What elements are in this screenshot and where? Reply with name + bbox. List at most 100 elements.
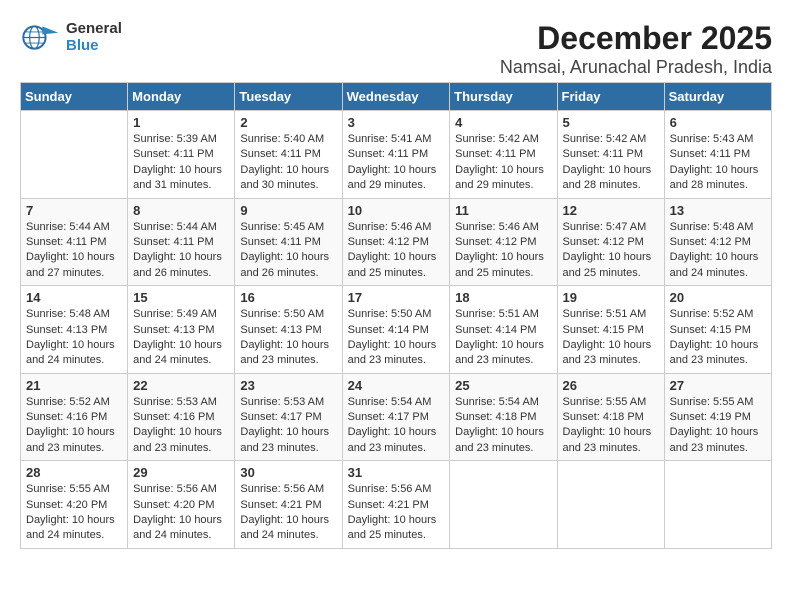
calendar-cell: 15 Sunrise: 5:49 AM Sunset: 4:13 PM Dayli… [128,286,235,374]
calendar-cell: 26 Sunrise: 5:55 AM Sunset: 4:18 PM Dayli… [557,373,664,461]
calendar-cell: 12 Sunrise: 5:47 AM Sunset: 4:12 PM Dayli… [557,198,664,286]
day-number: 15 [133,290,229,305]
day-info: Sunrise: 5:56 AM Sunset: 4:21 PM Dayligh… [240,482,336,544]
calendar-cell: 20 Sunrise: 5:52 AM Sunset: 4:15 PM Dayli… [664,286,771,374]
day-of-week-header: Wednesday [342,83,450,111]
calendar-cell: 21Sunrise: 5:52 AM Sunset: 4:16 PM Dayli… [21,373,128,461]
day-number: 9 [240,203,336,218]
day-info: Sunrise: 5:42 AM Sunset: 4:11 PM Dayligh… [455,132,551,194]
day-info: Sunrise: 5:49 AM Sunset: 4:13 PM Dayligh… [133,307,229,369]
day-info: Sunrise: 5:56 AM Sunset: 4:20 PM Dayligh… [133,482,229,544]
day-info: Sunrise: 5:51 AM Sunset: 4:14 PM Dayligh… [455,307,551,369]
day-info: Sunrise: 5:47 AM Sunset: 4:12 PM Dayligh… [563,220,659,282]
day-number: 7 [26,203,122,218]
calendar-cell: 22Sunrise: 5:53 AM Sunset: 4:16 PM Dayli… [128,373,235,461]
calendar-cell: 1 Sunrise: 5:39 AM Sunset: 4:11 PM Daylig… [128,111,235,199]
day-info: Sunrise: 5:39 AM Sunset: 4:11 PM Dayligh… [133,132,229,194]
calendar-cell: 4 Sunrise: 5:42 AM Sunset: 4:11 PM Daylig… [450,111,557,199]
day-info: Sunrise: 5:50 AM Sunset: 4:13 PM Dayligh… [240,307,336,369]
day-of-week-header: Monday [128,83,235,111]
day-info: Sunrise: 5:44 AM Sunset: 4:11 PM Dayligh… [133,220,229,282]
calendar-cell: 7 Sunrise: 5:44 AM Sunset: 4:11 PM Daylig… [21,198,128,286]
day-number: 4 [455,115,551,130]
day-info: Sunrise: 5:51 AM Sunset: 4:15 PM Dayligh… [563,307,659,369]
day-number: 19 [563,290,659,305]
logo: General Blue [20,20,122,55]
calendar-cell: 14 Sunrise: 5:48 AM Sunset: 4:13 PM Dayli… [21,286,128,374]
calendar-cell: 31 Sunrise: 5:56 AM Sunset: 4:21 PM Dayli… [342,461,450,549]
calendar-cell: 24 Sunrise: 5:54 AM Sunset: 4:17 PM Dayli… [342,373,450,461]
calendar-cell: 19 Sunrise: 5:51 AM Sunset: 4:15 PM Dayli… [557,286,664,374]
day-info: Sunrise: 5:40 AM Sunset: 4:11 PM Dayligh… [240,132,336,194]
day-number: 13 [670,203,766,218]
calendar-cell: 6 Sunrise: 5:43 AM Sunset: 4:11 PM Daylig… [664,111,771,199]
day-number: 30 [240,465,336,480]
calendar-cell: 13 Sunrise: 5:48 AM Sunset: 4:12 PM Dayli… [664,198,771,286]
day-number: 14 [26,290,122,305]
calendar-cell: 11 Sunrise: 5:46 AM Sunset: 4:12 PM Dayli… [450,198,557,286]
day-info: Sunrise: 5:52 AM Sunset: 4:15 PM Dayligh… [670,307,766,369]
calendar-cell: 25Sunrise: 5:54 AM Sunset: 4:18 PM Dayli… [450,373,557,461]
day-number: 3 [348,115,445,130]
calendar-cell: 30 Sunrise: 5:56 AM Sunset: 4:21 PM Dayli… [235,461,342,549]
calendar-cell: 3 Sunrise: 5:41 AM Sunset: 4:11 PM Daylig… [342,111,450,199]
day-number: 16 [240,290,336,305]
day-info: Sunrise: 5:52 AM Sunset: 4:16 PM Dayligh… [26,395,122,457]
calendar-cell: 16 Sunrise: 5:50 AM Sunset: 4:13 PM Dayli… [235,286,342,374]
day-number: 31 [348,465,445,480]
day-info: Sunrise: 5:55 AM Sunset: 4:20 PM Dayligh… [26,482,122,544]
day-number: 18 [455,290,551,305]
day-info: Sunrise: 5:46 AM Sunset: 4:12 PM Dayligh… [455,220,551,282]
calendar-cell: 2 Sunrise: 5:40 AM Sunset: 4:11 PM Daylig… [235,111,342,199]
day-info: Sunrise: 5:55 AM Sunset: 4:18 PM Dayligh… [563,395,659,457]
day-info: Sunrise: 5:50 AM Sunset: 4:14 PM Dayligh… [348,307,445,369]
day-info: Sunrise: 5:48 AM Sunset: 4:13 PM Dayligh… [26,307,122,369]
month-year-title: December 2025 [20,20,772,57]
day-number: 28 [26,465,122,480]
calendar-cell: 10 Sunrise: 5:46 AM Sunset: 4:12 PM Dayli… [342,198,450,286]
day-info: Sunrise: 5:42 AM Sunset: 4:11 PM Dayligh… [563,132,659,194]
calendar-table: SundayMondayTuesdayWednesdayThursdayFrid… [20,82,772,549]
day-of-week-header: Sunday [21,83,128,111]
day-number: 5 [563,115,659,130]
day-number: 1 [133,115,229,130]
day-number: 10 [348,203,445,218]
calendar-cell [450,461,557,549]
day-number: 17 [348,290,445,305]
day-number: 6 [670,115,766,130]
day-number: 26 [563,378,659,393]
day-info: Sunrise: 5:56 AM Sunset: 4:21 PM Dayligh… [348,482,445,544]
calendar-cell: 23 Sunrise: 5:53 AM Sunset: 4:17 PM Dayli… [235,373,342,461]
day-info: Sunrise: 5:54 AM Sunset: 4:17 PM Dayligh… [348,395,445,457]
calendar-cell: 18 Sunrise: 5:51 AM Sunset: 4:14 PM Dayli… [450,286,557,374]
day-number: 27 [670,378,766,393]
day-number: 29 [133,465,229,480]
day-number: 11 [455,203,551,218]
calendar-cell: 8 Sunrise: 5:44 AM Sunset: 4:11 PM Daylig… [128,198,235,286]
day-info: Sunrise: 5:43 AM Sunset: 4:11 PM Dayligh… [670,132,766,194]
location-subtitle: Namsai, Arunachal Pradesh, India [20,57,772,78]
day-number: 2 [240,115,336,130]
logo-icon [20,20,60,55]
day-number: 22 [133,378,229,393]
day-info: Sunrise: 5:46 AM Sunset: 4:12 PM Dayligh… [348,220,445,282]
calendar-cell: 27 Sunrise: 5:55 AM Sunset: 4:19 PM Dayli… [664,373,771,461]
day-info: Sunrise: 5:55 AM Sunset: 4:19 PM Dayligh… [670,395,766,457]
calendar-cell [664,461,771,549]
calendar-cell: 5 Sunrise: 5:42 AM Sunset: 4:11 PM Daylig… [557,111,664,199]
calendar-cell [557,461,664,549]
day-info: Sunrise: 5:48 AM Sunset: 4:12 PM Dayligh… [670,220,766,282]
day-number: 24 [348,378,445,393]
day-number: 12 [563,203,659,218]
day-of-week-header: Tuesday [235,83,342,111]
day-of-week-header: Saturday [664,83,771,111]
day-number: 20 [670,290,766,305]
day-info: Sunrise: 5:53 AM Sunset: 4:17 PM Dayligh… [240,395,336,457]
day-number: 8 [133,203,229,218]
day-info: Sunrise: 5:44 AM Sunset: 4:11 PM Dayligh… [26,220,122,282]
day-number: 23 [240,378,336,393]
calendar-cell: 17 Sunrise: 5:50 AM Sunset: 4:14 PM Dayli… [342,286,450,374]
day-of-week-header: Thursday [450,83,557,111]
logo-text: General Blue [66,21,122,54]
day-info: Sunrise: 5:41 AM Sunset: 4:11 PM Dayligh… [348,132,445,194]
